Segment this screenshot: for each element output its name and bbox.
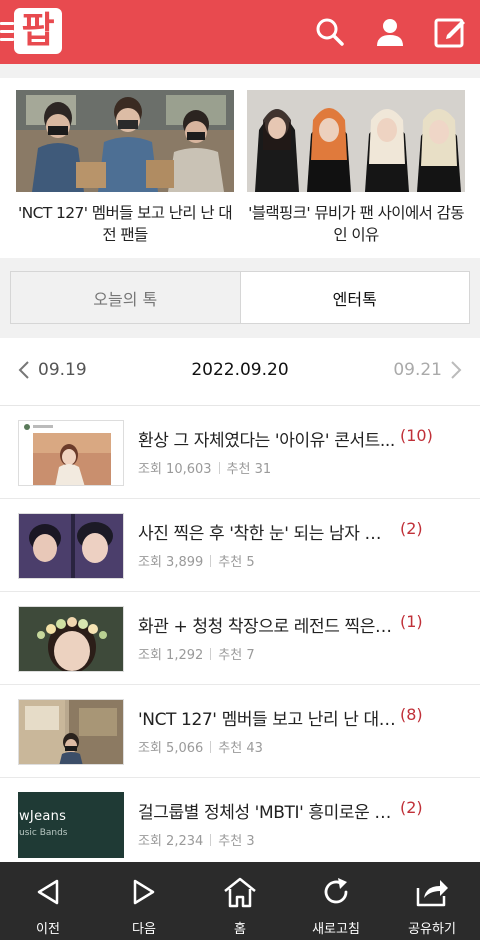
- list-item[interactable]: 환상 그 자체였다는 '아이유' 콘서트... (10) 조회 10,603 추…: [0, 406, 480, 499]
- meta-divider: [218, 461, 220, 474]
- refresh-icon: [318, 874, 354, 910]
- recommend-count: 추천 5: [218, 555, 255, 570]
- post-title: 'NCT 127' 멤버들 보고 난리 난 대전 팬들: [138, 710, 396, 730]
- view-count: 조회 2,234: [138, 834, 204, 849]
- comment-count: (2): [400, 519, 423, 538]
- recommend-count: 추천 7: [218, 648, 255, 663]
- tabs-area: 오늘의 톡 엔터톡: [0, 270, 480, 338]
- post-meta: 조회 1,292 추천 7: [138, 644, 255, 663]
- next-date-button[interactable]: 09.21: [393, 360, 462, 380]
- back-button[interactable]: 이전: [0, 862, 96, 940]
- recommend-count: 추천 43: [218, 741, 263, 756]
- menu-icon[interactable]: [0, 22, 14, 42]
- comment-count: (8): [400, 705, 423, 724]
- post-title: 사진 찍은 후 '착한 눈' 되는 남자 아이돌: [138, 524, 396, 544]
- back-label: 이전: [36, 922, 60, 937]
- view-count: 조회 5,066: [138, 741, 204, 756]
- app-header: 팝: [0, 0, 480, 64]
- featured-card[interactable]: 'NCT 127' 멤버들 보고 난리 난 대전 팬들: [16, 90, 234, 246]
- post-list: 환상 그 자체였다는 '아이유' 콘서트... (10) 조회 10,603 추…: [0, 406, 480, 871]
- forward-icon: [126, 874, 162, 910]
- list-item[interactable]: wJeans usic Bands 걸그룹별 정체성 'MBTI' 흥미로운 분…: [0, 778, 480, 871]
- user-button[interactable]: [370, 12, 410, 52]
- post-meta: 조회 10,603 추천 31: [138, 458, 271, 477]
- search-button[interactable]: [310, 12, 350, 52]
- home-button[interactable]: 홈: [192, 862, 288, 940]
- comment-count: (10): [400, 426, 433, 445]
- comment-count: (2): [400, 798, 423, 817]
- featured-title: 'NCT 127' 멤버들 보고 난리 난 대전 팬들: [17, 204, 233, 244]
- post-meta: 조회 3,899 추천 5: [138, 551, 255, 570]
- share-button[interactable]: 공유하기: [384, 862, 480, 940]
- post-title: 화관 + 청청 착장으로 레전드 찍은 아이돌: [138, 617, 396, 637]
- meta-divider: [210, 647, 212, 660]
- list-item[interactable]: 사진 찍은 후 '착한 눈' 되는 남자 아이돌 (2) 조회 3,899 추천…: [0, 499, 480, 592]
- bottom-nav-bar: 이전 다음 홈 새로고침 공유하기: [0, 862, 480, 940]
- tab-enter-talk[interactable]: 엔터톡: [239, 272, 469, 323]
- share-label: 공유하기: [408, 922, 456, 937]
- meta-divider: [210, 740, 212, 753]
- meta-divider: [210, 554, 212, 567]
- recommend-count: 추천 31: [226, 462, 272, 477]
- featured-image: [247, 90, 465, 192]
- post-title: 환상 그 자체였다는 '아이유' 콘서트...: [138, 431, 395, 451]
- featured-title: '블랙핑크' 뮤비가 팬 사이에서 감동인 이유: [248, 204, 464, 244]
- post-thumbnail: [18, 606, 124, 672]
- forward-label: 다음: [132, 922, 156, 937]
- comment-count: (1): [400, 612, 423, 631]
- post-thumbnail: wJeans usic Bands: [18, 792, 124, 858]
- tab-today-talk[interactable]: 오늘의 톡: [11, 272, 240, 323]
- forward-button[interactable]: 다음: [96, 862, 192, 940]
- next-date-label: 09.21: [393, 360, 442, 380]
- edit-icon: [434, 18, 465, 48]
- post-thumbnail: [18, 699, 124, 765]
- home-label: 홈: [234, 922, 246, 937]
- post-title: 걸그룹별 정체성 'MBTI' 흥미로운 분석: [138, 803, 396, 823]
- list-item[interactable]: 'NCT 127' 멤버들 보고 난리 난 대전 팬들 (8) 조회 5,066…: [0, 685, 480, 778]
- featured-image: [16, 90, 234, 192]
- thumbnail-subtext: usic Bands: [19, 828, 68, 838]
- share-icon: [414, 874, 450, 910]
- view-count: 조회 3,899: [138, 555, 204, 570]
- featured-card[interactable]: '블랙핑크' 뮤비가 팬 사이에서 감동인 이유: [247, 90, 465, 246]
- search-icon: [316, 18, 344, 46]
- post-meta: 조회 5,066 추천 43: [138, 737, 263, 756]
- thumbnail-text: wJeans: [19, 809, 67, 824]
- back-icon: [30, 874, 66, 910]
- section-divider: [0, 258, 480, 270]
- view-count: 조회 10,603: [138, 462, 212, 477]
- featured-section: 'NCT 127' 멤버들 보고 난리 난 대전 팬들 '블랙핑크' 뮤비가 팬: [0, 78, 480, 258]
- view-count: 조회 1,292: [138, 648, 204, 663]
- post-thumbnail: [18, 513, 124, 579]
- user-icon: [377, 19, 403, 46]
- header-divider: [0, 64, 480, 78]
- logo[interactable]: 팝: [14, 8, 62, 54]
- write-button[interactable]: [430, 12, 470, 52]
- logo-text: 팝: [21, 10, 55, 51]
- home-icon: [222, 874, 258, 910]
- post-thumbnail: [18, 420, 124, 486]
- chevron-right-icon: [451, 361, 462, 379]
- refresh-label: 새로고침: [312, 922, 360, 937]
- meta-divider: [210, 833, 212, 846]
- list-item[interactable]: 화관 + 청청 착장으로 레전드 찍은 아이돌 (1) 조회 1,292 추천 …: [0, 592, 480, 685]
- refresh-button[interactable]: 새로고침: [288, 862, 384, 940]
- tab-bar: 오늘의 톡 엔터톡: [10, 271, 470, 324]
- post-meta: 조회 2,234 추천 3: [138, 830, 255, 849]
- recommend-count: 추천 3: [218, 834, 255, 849]
- date-navigation: 09.19 2022.09.20 09.21: [0, 338, 480, 406]
